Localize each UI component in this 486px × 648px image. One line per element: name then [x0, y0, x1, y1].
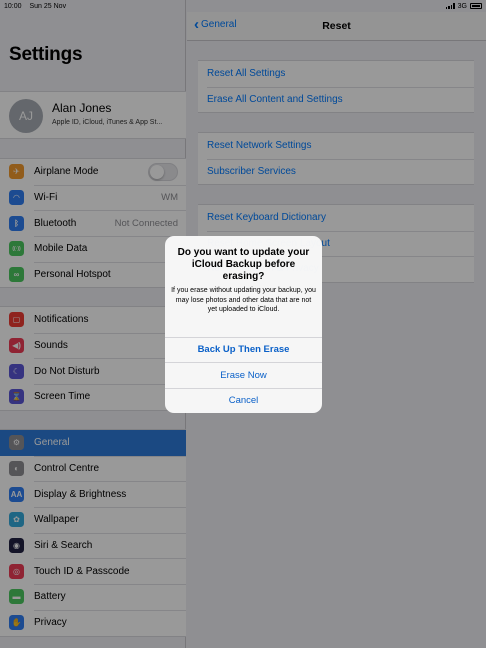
cancel-button[interactable]: Cancel [165, 387, 322, 414]
alert-title: Do you want to update your iCloud Backup… [177, 247, 310, 282]
alert-message: If you erase without updating your backu… [171, 287, 316, 313]
back-up-then-erase-button[interactable]: Back Up Then Erase [165, 336, 322, 363]
alert-buttons: Back Up Then Erase Erase Now Cancel [165, 336, 322, 414]
backup-alert-dialog: Do you want to update your iCloud Backup… [165, 236, 322, 413]
erase-now-button[interactable]: Erase Now [165, 362, 322, 388]
